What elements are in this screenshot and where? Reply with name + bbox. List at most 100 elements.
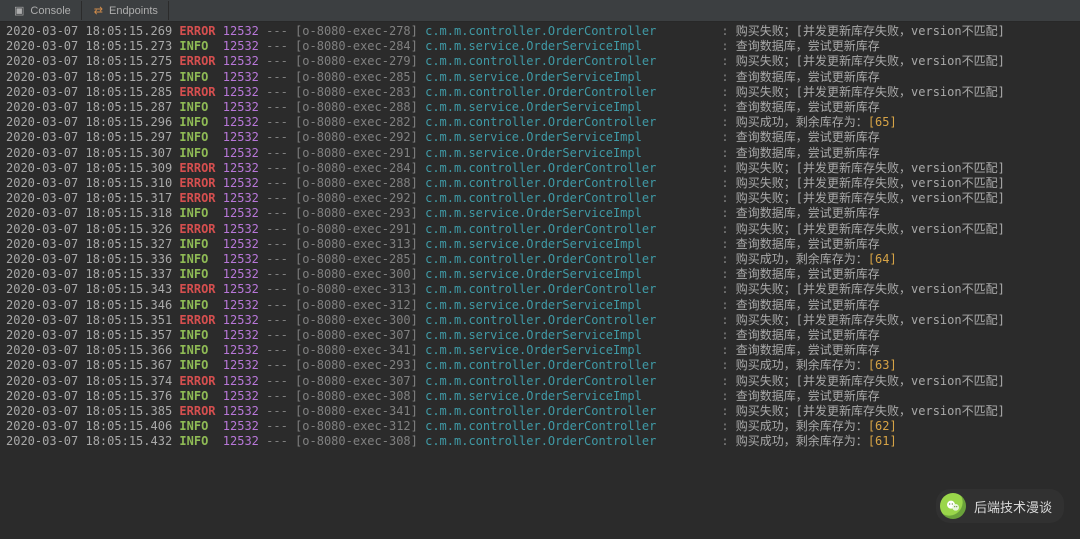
log-colon: : (721, 54, 728, 68)
log-line: 2020-03-07 18:05:15.318 INFO 12532 --- [… (6, 206, 1074, 221)
log-message: 购买成功，剩余库存为： (736, 434, 868, 448)
log-logger: c.m.m.controller.OrderController (425, 115, 714, 129)
log-pid: 12532 (223, 358, 259, 372)
log-timestamp: 2020-03-07 18:05:15.366 (6, 343, 172, 357)
log-timestamp: 2020-03-07 18:05:15.351 (6, 313, 172, 327)
log-sep: --- (266, 39, 288, 53)
log-logger: c.m.m.controller.OrderController (425, 85, 714, 99)
log-line: 2020-03-07 18:05:15.357 INFO 12532 --- [… (6, 328, 1074, 343)
log-logger: c.m.m.controller.OrderController (425, 434, 714, 448)
log-line: 2020-03-07 18:05:15.385 ERROR 12532 --- … (6, 404, 1074, 419)
log-thread: [o-8080-exec-292] (295, 191, 418, 205)
log-sep: --- (266, 130, 288, 144)
log-thread: [o-8080-exec-284] (295, 161, 418, 175)
log-line: 2020-03-07 18:05:15.346 INFO 12532 --- [… (6, 298, 1074, 313)
log-level: INFO (179, 130, 215, 144)
log-pid: 12532 (223, 434, 259, 448)
log-sep: --- (266, 267, 288, 281)
log-level: ERROR (179, 191, 215, 205)
log-logger: c.m.m.service.OrderServiceImpl (425, 39, 714, 53)
log-sep: --- (266, 176, 288, 190)
log-pid: 12532 (223, 146, 259, 160)
log-timestamp: 2020-03-07 18:05:15.346 (6, 298, 172, 312)
log-timestamp: 2020-03-07 18:05:15.285 (6, 85, 172, 99)
log-level: ERROR (179, 85, 215, 99)
log-sep: --- (266, 404, 288, 418)
log-message: 查询数据库，尝试更新库存 (736, 237, 880, 251)
wechat-avatar-icon (940, 493, 966, 519)
log-pid: 12532 (223, 282, 259, 296)
log-logger: c.m.m.service.OrderServiceImpl (425, 267, 714, 281)
log-message: 查询数据库，尝试更新库存 (736, 389, 880, 403)
log-highlight: [65] (868, 115, 897, 129)
log-line: 2020-03-07 18:05:15.366 INFO 12532 --- [… (6, 343, 1074, 358)
log-sep: --- (266, 161, 288, 175)
log-message: 购买失败；[并发更新库存失败，version不匹配] (736, 222, 1005, 236)
log-level: INFO (179, 146, 215, 160)
log-thread: [o-8080-exec-283] (295, 85, 418, 99)
log-sep: --- (266, 24, 288, 38)
log-timestamp: 2020-03-07 18:05:15.318 (6, 206, 172, 220)
log-sep: --- (266, 358, 288, 372)
log-level: INFO (179, 100, 215, 114)
log-thread: [o-8080-exec-291] (295, 146, 418, 160)
log-logger: c.m.m.controller.OrderController (425, 313, 714, 327)
log-timestamp: 2020-03-07 18:05:15.273 (6, 39, 172, 53)
log-sep: --- (266, 343, 288, 357)
log-colon: : (721, 267, 728, 281)
log-colon: : (721, 146, 728, 160)
log-line: 2020-03-07 18:05:15.275 INFO 12532 --- [… (6, 70, 1074, 85)
log-colon: : (721, 252, 728, 266)
log-message: 购买失败；[并发更新库存失败，version不匹配] (736, 176, 1005, 190)
log-timestamp: 2020-03-07 18:05:15.357 (6, 328, 172, 342)
log-thread: [o-8080-exec-293] (295, 206, 418, 220)
log-logger: c.m.m.controller.OrderController (425, 222, 714, 236)
log-highlight: [62] (868, 419, 897, 433)
log-message: 查询数据库，尝试更新库存 (736, 298, 880, 312)
log-logger: c.m.m.service.OrderServiceImpl (425, 130, 714, 144)
tab-endpoints[interactable]: ⇄ Endpoints (84, 1, 169, 20)
tab-console[interactable]: ▣ Console (4, 1, 82, 20)
log-logger: c.m.m.controller.OrderController (425, 191, 714, 205)
log-message: 查询数据库，尝试更新库存 (736, 146, 880, 160)
log-level: ERROR (179, 374, 215, 388)
log-thread: [o-8080-exec-292] (295, 130, 418, 144)
log-thread: [o-8080-exec-308] (295, 389, 418, 403)
log-message: 购买失败；[并发更新库存失败，version不匹配] (736, 54, 1005, 68)
log-highlight: [61] (868, 434, 897, 448)
log-logger: c.m.m.controller.OrderController (425, 161, 714, 175)
log-thread: [o-8080-exec-285] (295, 70, 418, 84)
log-line: 2020-03-07 18:05:15.297 INFO 12532 --- [… (6, 130, 1074, 145)
log-line: 2020-03-07 18:05:15.337 INFO 12532 --- [… (6, 267, 1074, 282)
log-thread: [o-8080-exec-293] (295, 358, 418, 372)
log-lines: 2020-03-07 18:05:15.269 ERROR 12532 --- … (6, 24, 1074, 450)
log-pid: 12532 (223, 237, 259, 251)
watermark-overlay: 后端技术漫谈 (936, 489, 1064, 523)
log-logger: c.m.m.service.OrderServiceImpl (425, 70, 714, 84)
log-timestamp: 2020-03-07 18:05:15.376 (6, 389, 172, 403)
log-line: 2020-03-07 18:05:15.376 INFO 12532 --- [… (6, 389, 1074, 404)
log-logger: c.m.m.service.OrderServiceImpl (425, 389, 714, 403)
log-timestamp: 2020-03-07 18:05:15.432 (6, 434, 172, 448)
log-pid: 12532 (223, 24, 259, 38)
log-colon: : (721, 85, 728, 99)
log-colon: : (721, 222, 728, 236)
log-sep: --- (266, 298, 288, 312)
log-timestamp: 2020-03-07 18:05:15.317 (6, 191, 172, 205)
log-timestamp: 2020-03-07 18:05:15.336 (6, 252, 172, 266)
log-pid: 12532 (223, 222, 259, 236)
log-logger: c.m.m.controller.OrderController (425, 176, 714, 190)
log-colon: : (721, 130, 728, 144)
console-output[interactable]: 2020-03-07 18:05:15.269 ERROR 12532 --- … (0, 22, 1080, 539)
log-logger: c.m.m.controller.OrderController (425, 24, 714, 38)
log-colon: : (721, 206, 728, 220)
log-pid: 12532 (223, 389, 259, 403)
log-line: 2020-03-07 18:05:15.317 ERROR 12532 --- … (6, 191, 1074, 206)
log-line: 2020-03-07 18:05:15.374 ERROR 12532 --- … (6, 374, 1074, 389)
log-thread: [o-8080-exec-308] (295, 434, 418, 448)
log-colon: : (721, 313, 728, 327)
log-message: 查询数据库，尝试更新库存 (736, 39, 880, 53)
log-pid: 12532 (223, 191, 259, 205)
log-logger: c.m.m.service.OrderServiceImpl (425, 206, 714, 220)
log-message: 购买成功，剩余库存为： (736, 358, 868, 372)
